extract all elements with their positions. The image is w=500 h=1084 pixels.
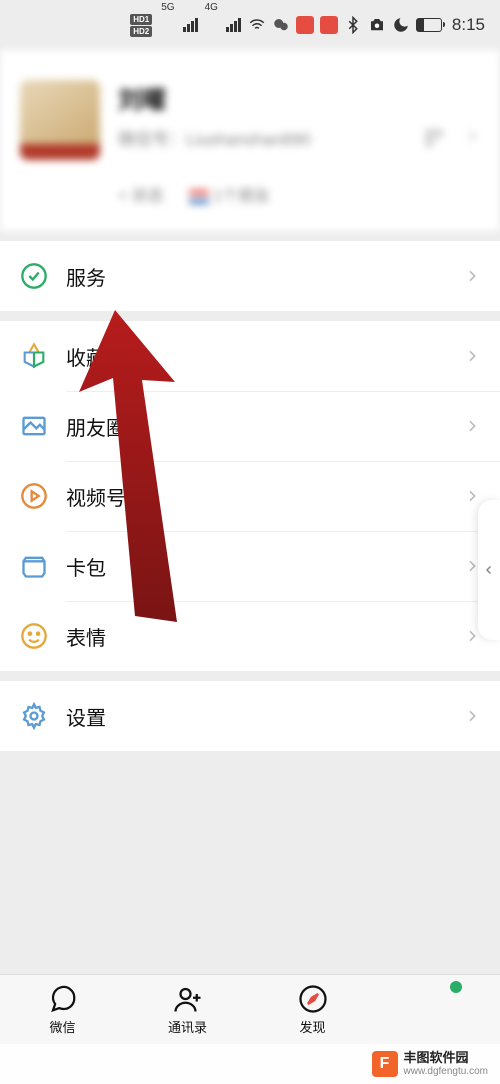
chevron-right-icon bbox=[464, 628, 480, 644]
chevron-right-icon bbox=[464, 268, 480, 284]
chevron-right-icon bbox=[464, 708, 480, 724]
signal-icon bbox=[182, 18, 198, 32]
region-indicator[interactable]: 1个朋友 bbox=[189, 182, 270, 206]
bottom-nav: 微信 通讯录 发现 bbox=[0, 974, 500, 1044]
moon-icon bbox=[392, 16, 410, 34]
chevron-right-icon bbox=[464, 348, 480, 364]
status-pill[interactable]: + 状态 bbox=[118, 182, 164, 206]
wechat-id: 微信号：Liushanshan890 bbox=[118, 125, 311, 150]
battery-icon bbox=[416, 18, 442, 32]
wifi-icon bbox=[248, 16, 266, 34]
settings-icon bbox=[20, 702, 48, 730]
nav-label: 通讯录 bbox=[168, 1017, 207, 1036]
nav-contacts[interactable]: 通讯录 bbox=[125, 975, 250, 1044]
nav-label: 微信 bbox=[49, 1017, 75, 1036]
menu-label: 收藏 bbox=[66, 342, 464, 371]
contacts-icon bbox=[173, 984, 203, 1014]
menu-item-stickers[interactable]: 表情 bbox=[0, 601, 500, 671]
menu-label: 设置 bbox=[66, 702, 464, 731]
network-5g-label: 5G bbox=[161, 2, 174, 13]
menu-item-channels[interactable]: 视频号 bbox=[0, 461, 500, 531]
menu-group-main: 收藏 朋友圈 视频号 卡包 表情 bbox=[0, 321, 500, 671]
nav-me[interactable] bbox=[375, 975, 500, 1044]
stickers-icon bbox=[20, 622, 48, 650]
notification-dot bbox=[450, 981, 462, 993]
bluetooth-icon bbox=[344, 16, 362, 34]
wechat-status-icon bbox=[272, 16, 290, 34]
nav-label: 发现 bbox=[299, 1017, 325, 1036]
me-icon bbox=[423, 993, 453, 1023]
app-indicator-icon bbox=[296, 16, 314, 34]
side-quick-panel[interactable] bbox=[478, 500, 500, 640]
watermark: F 丰图软件园 www.dgfengtu.com bbox=[0, 1044, 500, 1084]
menu-item-services[interactable]: 服务 bbox=[0, 241, 500, 311]
menu-item-settings[interactable]: 设置 bbox=[0, 681, 500, 751]
nav-chats[interactable]: 微信 bbox=[0, 975, 125, 1044]
app-indicator-icon-2 bbox=[320, 16, 338, 34]
menu-item-cards[interactable]: 卡包 bbox=[0, 531, 500, 601]
menu-label: 朋友圈 bbox=[66, 412, 464, 441]
chevron-left-icon bbox=[483, 564, 495, 576]
menu-group-services: 服务 bbox=[0, 241, 500, 311]
favorites-icon bbox=[20, 342, 48, 370]
cards-icon bbox=[20, 552, 48, 580]
watermark-url: www.dgfengtu.com bbox=[404, 1066, 489, 1078]
camera-icon bbox=[368, 16, 386, 34]
services-icon bbox=[20, 262, 48, 290]
menu-label: 服务 bbox=[66, 262, 464, 291]
chat-icon bbox=[48, 984, 78, 1014]
menu-item-moments[interactable]: 朋友圈 bbox=[0, 391, 500, 461]
discover-icon bbox=[298, 984, 328, 1014]
signal-icon-2 bbox=[225, 18, 241, 32]
network-4g-label: 4G bbox=[205, 2, 218, 13]
chevron-right-icon bbox=[464, 488, 480, 504]
hd-indicators: HD1 HD2 bbox=[130, 14, 152, 37]
channels-icon bbox=[20, 482, 48, 510]
menu-label: 表情 bbox=[66, 622, 464, 651]
watermark-logo: F bbox=[372, 1051, 398, 1077]
watermark-title: 丰图软件园 bbox=[404, 1051, 489, 1066]
menu-group-settings: 设置 bbox=[0, 681, 500, 751]
avatar[interactable] bbox=[20, 80, 100, 160]
nav-discover[interactable]: 发现 bbox=[250, 975, 375, 1044]
chevron-right-icon bbox=[464, 418, 480, 434]
profile-name: 刘曜 bbox=[118, 80, 480, 115]
qr-code-icon[interactable] bbox=[424, 128, 444, 148]
moments-icon bbox=[20, 412, 48, 440]
menu-label: 视频号 bbox=[66, 482, 464, 511]
clock: 8:15 bbox=[452, 15, 485, 35]
menu-label: 卡包 bbox=[66, 552, 464, 581]
chevron-right-icon bbox=[464, 128, 480, 144]
profile-section[interactable]: 刘曜 微信号：Liushanshan890 + 状态 1个朋友 bbox=[0, 50, 500, 231]
status-bar: HD1 HD2 5G 4G 8:15 bbox=[0, 0, 500, 50]
menu-item-favorites[interactable]: 收藏 bbox=[0, 321, 500, 391]
